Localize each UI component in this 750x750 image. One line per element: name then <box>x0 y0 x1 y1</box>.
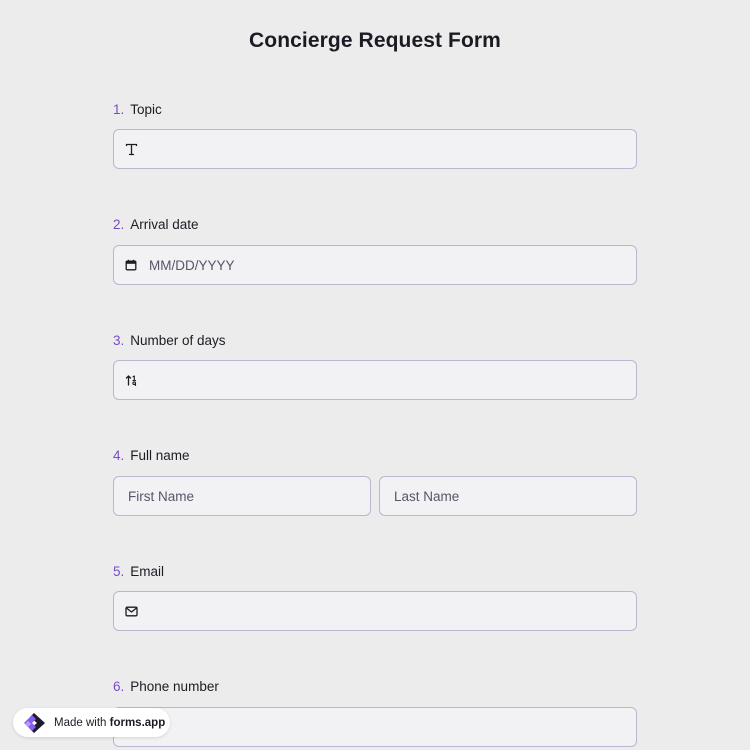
question-number: 5. <box>113 564 125 579</box>
badge-brand: forms.app <box>109 716 166 729</box>
topic-input[interactable] <box>114 130 636 168</box>
question-number: 6. <box>113 679 125 694</box>
question-text: Arrival date <box>130 217 199 232</box>
first-name-input[interactable] <box>114 477 370 515</box>
question-text: Number of days <box>130 333 226 348</box>
badge-text: Made with forms.app <box>54 717 165 729</box>
form-title: Concierge Request Form <box>249 29 501 52</box>
question-label-number-of-days: 3. Number of days <box>113 332 226 350</box>
first-name-field[interactable] <box>113 476 371 516</box>
question-label-topic: 1. Topic <box>113 101 162 119</box>
question-number: 3. <box>113 333 125 348</box>
made-with-badge[interactable]: Made with forms.app <box>13 708 170 737</box>
question-text: Full name <box>130 448 190 463</box>
arrival-date-field[interactable] <box>113 245 637 285</box>
question-label-phone-number: 6. Phone number <box>113 678 219 696</box>
question-number: 2. <box>113 217 125 232</box>
question-number: 4. <box>113 448 125 463</box>
question-text: Email <box>130 564 165 579</box>
phone-number-input[interactable] <box>114 708 636 746</box>
number-of-days-input[interactable] <box>114 361 636 399</box>
envelope-icon <box>124 604 138 618</box>
arrival-date-input[interactable] <box>114 246 636 284</box>
text-icon <box>124 142 138 156</box>
topic-field[interactable] <box>113 129 637 169</box>
question-number: 1. <box>113 102 125 117</box>
badge-prefix: Made with <box>54 716 107 729</box>
question-label-arrival-date: 2. Arrival date <box>113 216 199 234</box>
question-label-full-name: 4. Full name <box>113 447 190 465</box>
email-field[interactable] <box>113 591 637 631</box>
phone-number-field[interactable] <box>113 707 637 747</box>
last-name-field[interactable] <box>379 476 637 516</box>
calendar-icon <box>124 258 138 272</box>
question-text: Phone number <box>130 679 219 694</box>
last-name-input[interactable] <box>380 477 636 515</box>
question-label-email: 5. Email <box>113 563 164 581</box>
question-text: Topic <box>130 102 162 117</box>
email-input[interactable] <box>114 592 636 630</box>
number-of-days-field[interactable] <box>113 360 637 400</box>
form-page: Concierge Request Form 1. Topic 2. Arrival… <box>0 0 750 750</box>
number-sort-icon <box>124 373 138 387</box>
forms-app-logo-icon <box>20 712 50 734</box>
